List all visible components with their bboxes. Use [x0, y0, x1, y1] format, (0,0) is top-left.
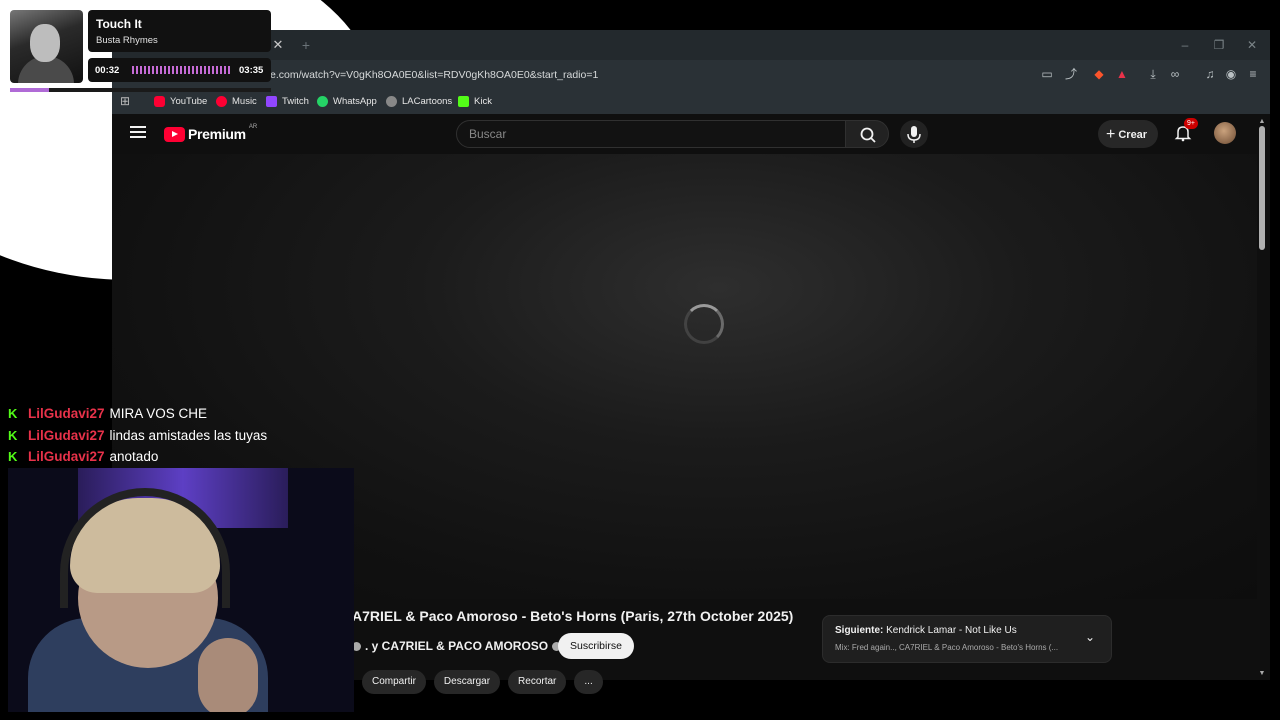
clip-button[interactable]: Recortar	[508, 670, 567, 694]
download-icon[interactable]: ⤓	[1145, 66, 1161, 82]
channel-names[interactable]: . y CA7RIEL & PACO AMOROSO	[352, 639, 562, 653]
globe-icon	[386, 95, 397, 107]
address-bar: e.com/watch?v=V0gKh8OA0E0&list=RDV0gKh8O…	[112, 60, 1270, 116]
chat-message: K LilGudavi27 lindas amistades las tuyas	[8, 425, 267, 447]
chevron-down-icon[interactable]: ⌄	[1085, 630, 1095, 644]
brave-shield-icon[interactable]: ◆	[1091, 66, 1107, 82]
hamburger-menu-icon[interactable]	[130, 126, 146, 140]
bookmark-youtube[interactable]: YouTube	[154, 93, 207, 109]
scroll-down-icon[interactable]: ▼	[1258, 670, 1266, 678]
youtube-play-icon	[164, 126, 185, 142]
wallet-icon[interactable]: ◉	[1223, 66, 1239, 82]
background-shadow	[0, 315, 112, 395]
apps-icon[interactable]: ⊞	[120, 93, 130, 109]
song-progress-fill	[10, 88, 50, 92]
close-window-icon[interactable]: ✕	[1245, 38, 1259, 52]
plus-icon: +	[1106, 126, 1116, 143]
up-next-title: Siguiente: Kendrick Lamar - Not Like Us	[835, 625, 1017, 636]
kick-icon: K	[8, 449, 18, 465]
chat-text: MIRA VOS CHE	[109, 406, 208, 422]
minimize-icon[interactable]: –	[1178, 38, 1192, 52]
search-button[interactable]	[845, 120, 889, 148]
now-playing-card: Touch It Busta Rhymes	[88, 10, 271, 52]
avatar[interactable]	[1214, 122, 1236, 144]
twitch-icon	[266, 95, 277, 107]
tab-close-icon[interactable]: ✕	[270, 37, 286, 53]
stream-overlay-screen: ✕ + – ❐ ✕ e.com/watch?v=V0gKh8OA0E0&list…	[0, 0, 1280, 720]
rewards-icon[interactable]: ▲	[1114, 66, 1130, 82]
elapsed-time: 00:32	[95, 65, 120, 76]
notifications-badge: 9+	[1184, 118, 1198, 129]
chat-message: K LilGudavi27 MIRA VOS CHE	[8, 403, 267, 425]
chat-username: LilGudavi27	[28, 427, 105, 443]
download-button[interactable]: Descargar	[433, 670, 501, 694]
create-button[interactable]: + Crear	[1098, 120, 1158, 148]
waveform	[132, 66, 232, 74]
voice-search-button[interactable]	[900, 120, 928, 148]
bookmark-whatsapp[interactable]: WhatsApp	[317, 93, 377, 109]
bookmark-twitch[interactable]: Twitch	[266, 93, 309, 109]
scrollbar-thumb[interactable]	[1259, 126, 1265, 250]
bookmarks-bar: ⊞ YouTube Music Twitch WhatsApp LACartoo…	[112, 88, 1270, 114]
bookmark-lacartoons[interactable]: LACartoons	[386, 93, 452, 109]
webcam-feed	[8, 468, 354, 712]
now-playing-timeline: 00:32 03:35	[88, 58, 271, 82]
new-tab-icon[interactable]: +	[298, 37, 314, 53]
search-input[interactable]: Buscar	[456, 120, 846, 148]
video-actions: Compartir Descargar Recortar ...	[362, 670, 603, 694]
kick-icon: K	[8, 427, 18, 443]
up-next-card[interactable]: Siguiente: Kendrick Lamar - Not Like Us …	[822, 615, 1112, 663]
chat-overlay: K LilGudavi27 MIRA VOS CHE K LilGudavi27…	[8, 403, 267, 468]
up-next-mix: Mix: Fred again.., CA7RIEL & Paco Amoros…	[835, 643, 1059, 652]
song-progress-bar	[10, 88, 271, 92]
scroll-up-icon[interactable]: ▲	[1258, 118, 1266, 126]
youtube-premium-logo[interactable]: Premium AR	[164, 124, 257, 142]
kick-icon: K	[8, 406, 18, 422]
share-icon[interactable]: ⤴	[1063, 66, 1079, 82]
chat-username: LilGudavi27	[28, 449, 105, 465]
tab-bar: ✕ + – ❐ ✕	[112, 30, 1270, 60]
microphone-icon	[907, 126, 921, 143]
kick-icon	[458, 95, 469, 107]
bookmark-music[interactable]: Music	[216, 93, 257, 109]
chat-message: K LilGudavi27 anotado	[8, 446, 267, 468]
subscribe-button[interactable]: Suscribirse	[558, 633, 634, 659]
whatsapp-icon	[317, 95, 328, 107]
url-field[interactable]: e.com/watch?v=V0gKh8OA0E0&list=RDV0gKh8O…	[270, 69, 598, 81]
music-app-icon	[216, 95, 227, 107]
menu-icon[interactable]: ≡	[1245, 66, 1261, 82]
more-actions-button[interactable]: ...	[574, 670, 603, 694]
link-icon[interactable]: ∞	[1167, 66, 1183, 82]
music-icon[interactable]: ♫	[1202, 66, 1218, 82]
search-icon	[860, 127, 876, 143]
song-title: Touch It	[96, 17, 142, 31]
cast-icon[interactable]: ▭	[1039, 66, 1055, 82]
share-button[interactable]: Compartir	[362, 670, 426, 694]
album-art	[10, 10, 83, 83]
loading-spinner-icon	[684, 304, 724, 344]
video-title: A7RIEL & Paco Amoroso - Beto's Horns (Pa…	[352, 608, 794, 624]
chat-text: lindas amistades las tuyas	[109, 427, 268, 443]
song-artist: Busta Rhymes	[96, 35, 158, 46]
chat-text: anotado	[109, 449, 159, 465]
total-time: 03:35	[239, 65, 264, 76]
restore-icon[interactable]: ❐	[1212, 38, 1226, 52]
bookmark-kick[interactable]: Kick	[458, 93, 492, 109]
chat-username: LilGudavi27	[28, 406, 105, 422]
youtube-icon	[154, 95, 165, 107]
